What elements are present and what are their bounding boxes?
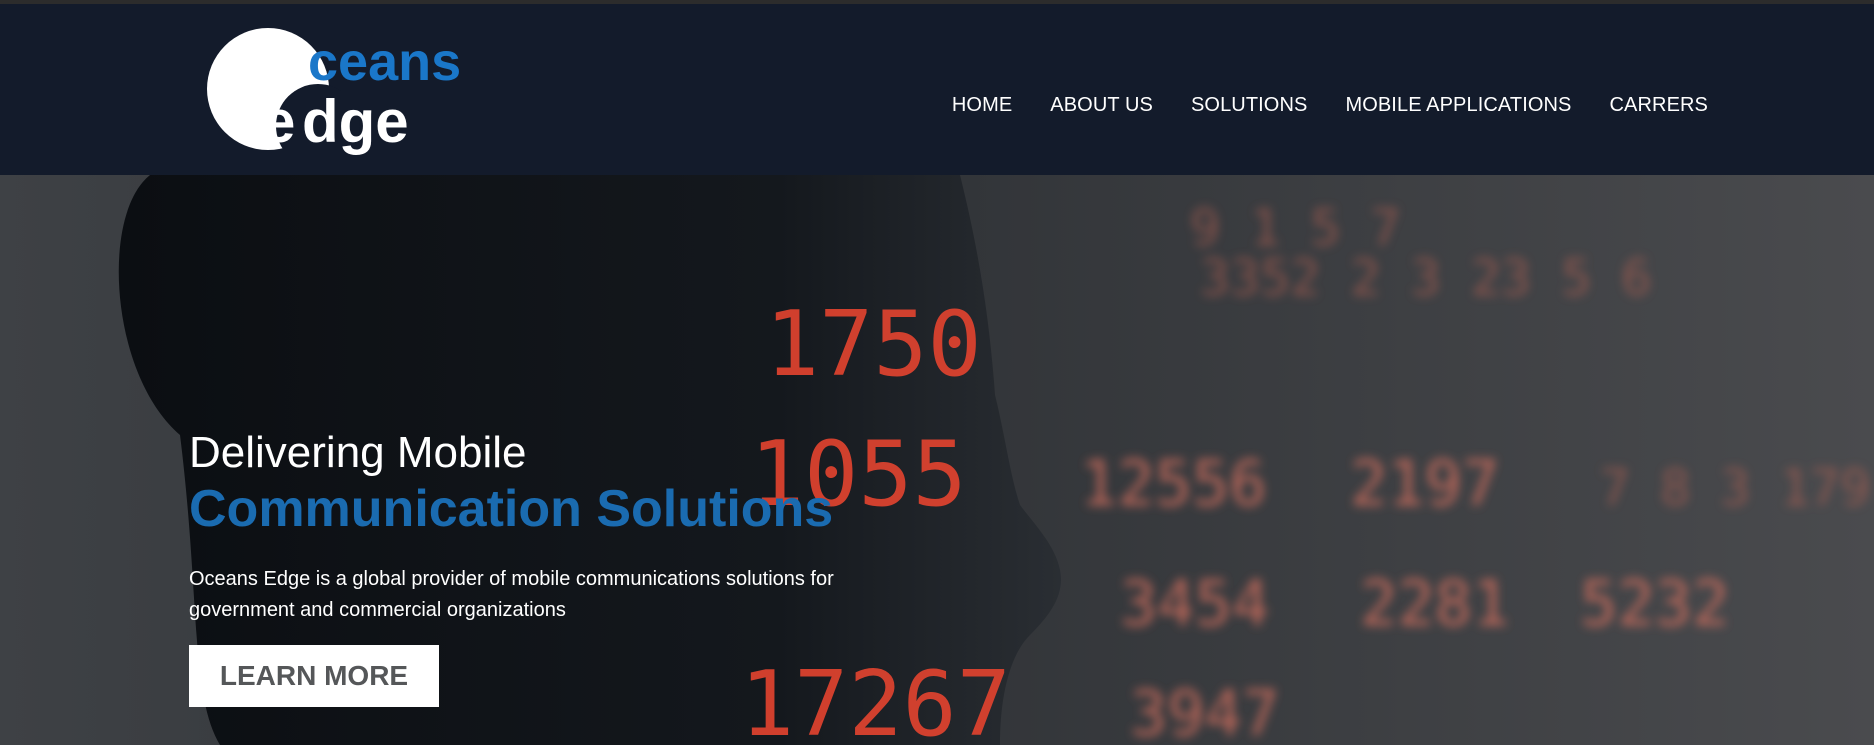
hero-heading-line1: Delivering Mobile — [189, 428, 527, 477]
hero-text-block: Delivering Mobile Communication Solution… — [189, 427, 949, 626]
bg-number: 3454 — [1120, 567, 1269, 640]
svg-text:7 8 3: 7 8 3 — [1600, 459, 1751, 517]
logo-text-dge: dge — [302, 88, 409, 155]
bg-number: 2197 — [1350, 447, 1499, 520]
bg-number: 3947 — [1130, 677, 1279, 745]
svg-text:3352 2 3 23 5 6: 3352 2 3 23 5 6 — [1200, 249, 1652, 307]
nav-mobile-applications[interactable]: MOBILE APPLICATIONS — [1345, 94, 1571, 117]
site-header: ceans e dge HOME ABOUT US SOLUTIONS MOBI… — [0, 4, 1874, 175]
bg-number: 12556 — [1080, 447, 1267, 520]
face-number: 17267 — [740, 652, 1011, 745]
bg-number: 5232 — [1580, 567, 1729, 640]
hero-heading-line2: Communication Solutions — [189, 480, 834, 538]
nav-home[interactable]: HOME — [952, 94, 1012, 117]
svg-text:179: 179 — [1780, 459, 1870, 517]
nav-solutions[interactable]: SOLUTIONS — [1191, 94, 1307, 117]
hero-section: 12556 2197 3454 2281 5232 3947 9 1 5 7 3… — [0, 175, 1874, 745]
main-nav: HOME ABOUT US SOLUTIONS MOBILE APPLICATI… — [952, 94, 1708, 117]
nav-about-us[interactable]: ABOUT US — [1050, 94, 1153, 117]
nav-carrers[interactable]: CARRERS — [1610, 94, 1709, 117]
bg-number: 2281 — [1360, 567, 1509, 640]
logo-text-ceans: ceans — [308, 32, 461, 92]
oceans-edge-logo[interactable]: ceans e dge — [206, 22, 526, 157]
learn-more-button[interactable]: LEARN MORE — [189, 645, 439, 707]
hero-description: Oceans Edge is a global provider of mobi… — [189, 568, 834, 621]
face-number: 1750 — [765, 292, 982, 397]
logo-mark-e: e — [262, 88, 295, 155]
